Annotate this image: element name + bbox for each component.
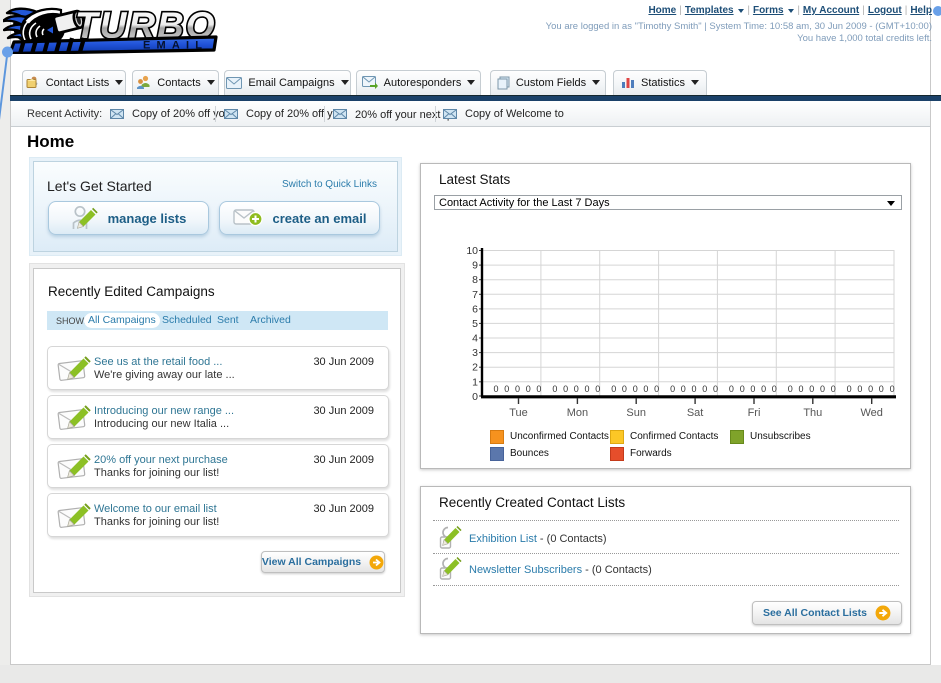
svg-text:0: 0 [526, 384, 531, 394]
svg-text:5: 5 [472, 318, 478, 330]
svg-text:0: 0 [691, 384, 696, 394]
svg-text:Mon: Mon [567, 407, 588, 419]
svg-text:0: 0 [868, 384, 873, 394]
svg-text:EMAIL: EMAIL [143, 40, 208, 52]
svg-text:0: 0 [515, 384, 520, 394]
svg-text:0: 0 [504, 384, 509, 394]
svg-text:Wed: Wed [860, 407, 882, 419]
svg-text:Tue: Tue [509, 407, 528, 419]
svg-text:0: 0 [831, 384, 836, 394]
svg-text:0: 0 [563, 384, 568, 394]
svg-text:0: 0 [584, 384, 589, 394]
svg-text:0: 0 [595, 384, 600, 394]
svg-text:0: 0 [772, 384, 777, 394]
svg-text:0: 0 [890, 384, 895, 394]
svg-text:0: 0 [702, 384, 707, 394]
svg-text:0: 0 [798, 384, 803, 394]
svg-text:0: 0 [879, 384, 884, 394]
svg-text:0: 0 [788, 384, 793, 394]
svg-text:0: 0 [643, 384, 648, 394]
svg-text:0: 0 [654, 384, 659, 394]
svg-text:0: 0 [740, 384, 745, 394]
svg-text:7: 7 [472, 289, 478, 301]
svg-text:0: 0 [536, 384, 541, 394]
svg-text:10: 10 [466, 245, 478, 257]
svg-text:8: 8 [472, 274, 478, 286]
svg-text:0: 0 [493, 384, 498, 394]
svg-text:0: 0 [622, 384, 627, 394]
svg-text:0: 0 [633, 384, 638, 394]
svg-text:1: 1 [472, 376, 478, 388]
svg-text:6: 6 [472, 303, 478, 315]
svg-text:0: 0 [574, 384, 579, 394]
svg-text:0: 0 [820, 384, 825, 394]
svg-text:0: 0 [681, 384, 686, 394]
svg-text:0: 0 [809, 384, 814, 394]
svg-text:Sat: Sat [687, 407, 704, 419]
svg-text:0: 0 [670, 384, 675, 394]
svg-text:0: 0 [761, 384, 766, 394]
svg-text:0: 0 [472, 391, 478, 403]
svg-text:Fri: Fri [748, 407, 761, 419]
svg-text:2: 2 [472, 362, 478, 374]
svg-text:3: 3 [472, 347, 478, 359]
svg-text:0: 0 [857, 384, 862, 394]
svg-text:0: 0 [729, 384, 734, 394]
svg-text:0: 0 [713, 384, 718, 394]
svg-text:0: 0 [750, 384, 755, 394]
svg-text:Thu: Thu [803, 407, 822, 419]
svg-text:9: 9 [472, 260, 478, 272]
svg-text:0: 0 [611, 384, 616, 394]
svg-text:0: 0 [552, 384, 557, 394]
svg-text:0: 0 [847, 384, 852, 394]
svg-text:4: 4 [472, 333, 478, 345]
svg-text:Sun: Sun [626, 407, 646, 419]
